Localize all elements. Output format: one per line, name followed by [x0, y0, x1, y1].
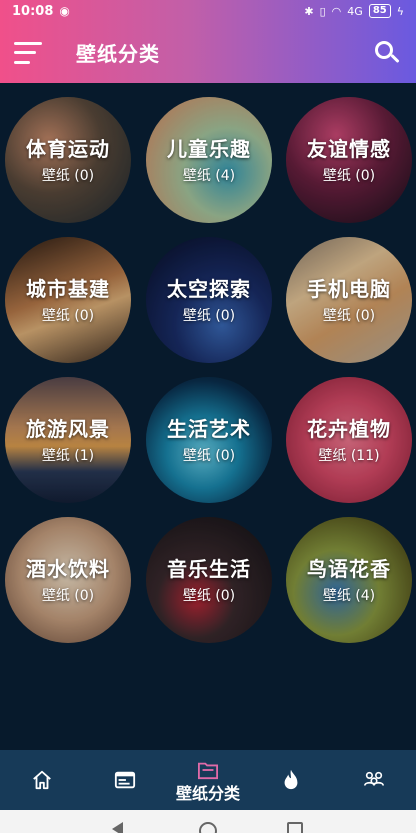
nav-hot[interactable] — [250, 750, 333, 810]
category-name: 体育运动 — [26, 137, 110, 161]
category-count: 壁纸 (0) — [322, 168, 376, 184]
app-bar: 壁纸分类 — [0, 22, 416, 83]
category-flowers[interactable]: 花卉植物 壁纸 (11) — [286, 377, 412, 503]
category-name: 城市基建 — [26, 277, 110, 301]
fire-icon — [284, 769, 298, 790]
category-name: 酒水饮料 — [26, 557, 110, 581]
wifi-icon: ◠ — [331, 4, 342, 18]
category-count: 壁纸 (0) — [182, 588, 236, 604]
category-city[interactable]: 城市基建 壁纸 (0) — [5, 237, 131, 363]
eye-icon: ◉ — [59, 4, 70, 18]
nav-community[interactable] — [333, 750, 416, 810]
category-drinks[interactable]: 酒水饮料 壁纸 (0) — [5, 517, 131, 643]
category-sports[interactable]: 体育运动 壁纸 (0) — [5, 97, 131, 223]
wallpaper-icon — [114, 771, 135, 789]
category-devices[interactable]: 手机电脑 壁纸 (0) — [286, 237, 412, 363]
header: 10:08 ◉ ✱ ▯ ◠ 4G 85 ϟ 壁纸分类 — [0, 0, 416, 83]
category-art[interactable]: 生活艺术 壁纸 (0) — [146, 377, 272, 503]
category-grid: 体育运动 壁纸 (0) 儿童乐趣 壁纸 (4) 友谊情感 壁纸 (0) 城市基建… — [0, 83, 416, 750]
page-title: 壁纸分类 — [76, 42, 160, 66]
category-count: 壁纸 (0) — [182, 308, 236, 324]
status-bar: 10:08 ◉ ✱ ▯ ◠ 4G 85 ϟ — [0, 0, 416, 22]
home-icon — [32, 770, 51, 790]
category-count: 壁纸 (4) — [182, 168, 236, 184]
home-button-icon[interactable] — [199, 822, 217, 833]
nav-home[interactable] — [0, 750, 83, 810]
category-kids[interactable]: 儿童乐趣 壁纸 (4) — [146, 97, 272, 223]
community-icon — [364, 771, 385, 786]
category-count: 壁纸 (0) — [41, 168, 95, 184]
category-friendship[interactable]: 友谊情感 壁纸 (0) — [286, 97, 412, 223]
category-space[interactable]: 太空探索 壁纸 (0) — [146, 237, 272, 363]
back-icon[interactable] — [112, 822, 123, 833]
recent-apps-icon[interactable] — [287, 822, 303, 833]
category-name: 旅游风景 — [26, 417, 110, 441]
category-name: 友谊情感 — [307, 137, 391, 161]
category-name: 手机电脑 — [307, 277, 391, 301]
battery-level: 85 — [368, 4, 391, 18]
category-music[interactable]: 音乐生活 壁纸 (0) — [146, 517, 272, 643]
charging-icon: ϟ — [396, 4, 404, 18]
category-count: 壁纸 (0) — [41, 308, 95, 324]
category-name: 太空探索 — [167, 277, 251, 301]
category-travel[interactable]: 旅游风景 壁纸 (1) — [5, 377, 131, 503]
nav-category-label: 壁纸分类 — [175, 784, 240, 803]
category-count: 壁纸 (11) — [318, 448, 380, 464]
search-icon[interactable] — [374, 40, 400, 66]
nav-wallpaper[interactable] — [83, 750, 166, 810]
category-icon — [198, 762, 218, 780]
bottom-nav: 壁纸分类 — [0, 750, 416, 810]
vibrate-icon: ▯ — [319, 4, 326, 18]
category-name: 鸟语花香 — [307, 557, 391, 581]
nav-category[interactable]: 壁纸分类 — [166, 750, 249, 810]
bluetooth-icon: ✱ — [304, 4, 314, 18]
status-time: 10:08 — [12, 3, 54, 19]
category-count: 壁纸 (0) — [322, 308, 376, 324]
category-count: 壁纸 (1) — [41, 448, 95, 464]
category-name: 音乐生活 — [167, 557, 251, 581]
category-name: 生活艺术 — [167, 417, 251, 441]
category-name: 儿童乐趣 — [167, 137, 251, 161]
category-count: 壁纸 (0) — [182, 448, 236, 464]
category-count: 壁纸 (4) — [322, 588, 376, 604]
category-name: 花卉植物 — [307, 417, 391, 441]
category-count: 壁纸 (0) — [41, 588, 95, 604]
menu-icon[interactable] — [14, 41, 44, 64]
category-birds[interactable]: 鸟语花香 壁纸 (4) — [286, 517, 412, 643]
system-navigation-bar — [0, 810, 416, 833]
signal-text: 4G — [347, 4, 363, 18]
